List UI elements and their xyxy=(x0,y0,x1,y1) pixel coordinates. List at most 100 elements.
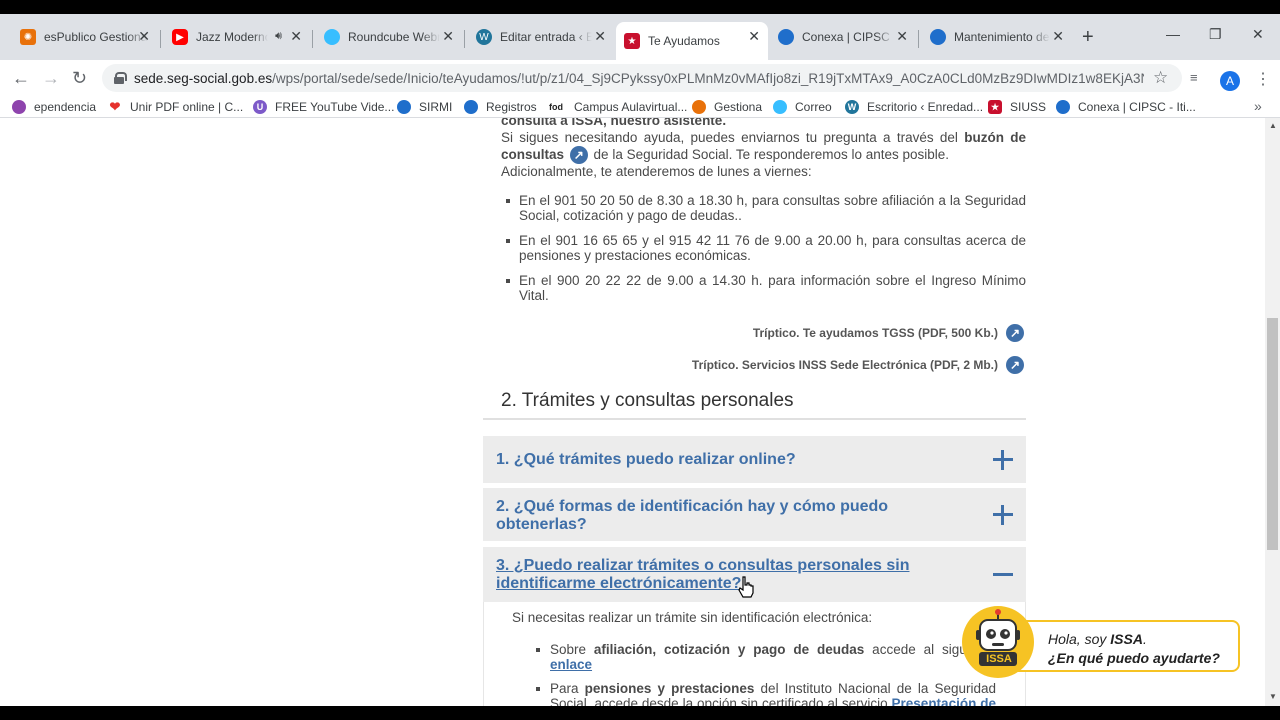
link-label: Tríptico. Te ayudamos TGSS (PDF, 500 Kb.… xyxy=(752,326,998,340)
siuss-icon: ★ xyxy=(988,100,1002,114)
chatbot-text: Hola, soy ISSA. ¿En qué puedo ayudarte? xyxy=(1048,630,1220,668)
close-tab-icon[interactable]: ✕ xyxy=(594,29,606,43)
new-tab-button[interactable]: + xyxy=(1082,26,1094,49)
robot-icon xyxy=(976,609,1020,666)
section-title: 2. Trámites y consultas personales xyxy=(501,390,794,411)
answer-bold: afiliación, cotización y pago de deudas xyxy=(593,642,865,657)
bookmark-sirmi[interactable]: SIRMI xyxy=(397,100,452,114)
tgss-brochure-link[interactable]: Tríptico. Te ayudamos TGSS (PDF, 500 Kb.… xyxy=(753,324,1026,342)
seg-social-icon: ★ xyxy=(624,33,640,49)
chatbot-name: ISSA xyxy=(1110,631,1143,647)
issa-chatbot[interactable]: Hola, soy ISSA. ¿En qué puedo ayudarte? xyxy=(962,606,1242,686)
tab-conexa[interactable]: Conexa | CIPSC - Iti ✕ xyxy=(770,22,916,52)
phone-list: En el 901 50 20 50 de 8.30 a 18.30 h, pa… xyxy=(501,193,1026,313)
bookmark-free-youtube[interactable]: U FREE YouTube Vide... xyxy=(253,100,394,114)
answer-intro: Si necesitas realizar un trámite sin ide… xyxy=(512,610,873,625)
gestiona-icon: ✺ xyxy=(20,29,36,45)
scroll-up-arrow-icon[interactable]: ▲ xyxy=(1269,121,1277,130)
faq-question[interactable]: 2. ¿Qué formas de identificación hay y c… xyxy=(496,498,956,534)
back-arrow-icon[interactable]: ← xyxy=(12,68,30,88)
tab-title: Te Ayudamos xyxy=(648,34,720,48)
bookmark-correo[interactable]: Correo xyxy=(773,100,832,114)
tab-editar-entrada[interactable]: W Editar entrada ‹ Enr ✕ xyxy=(468,22,614,52)
faq-question[interactable]: 3. ¿Puedo realizar trámites o consultas … xyxy=(496,557,956,593)
url-text[interactable]: sede.seg-social.gob.es/wps/portal/sede/s… xyxy=(134,71,1144,86)
enlace-link[interactable]: enlace xyxy=(550,657,592,672)
external-link-icon[interactable] xyxy=(569,146,588,165)
scroll-down-arrow-icon[interactable]: ▼ xyxy=(1269,692,1277,701)
bookmarks-bar: ependencia ❤ Unir PDF online | C... U FR… xyxy=(0,98,1280,118)
tab-separator xyxy=(160,30,161,48)
restore-button[interactable]: ❐ xyxy=(1209,26,1222,43)
link-label: Tríptico. Servicios INSS Sede Electrónic… xyxy=(691,358,998,372)
dependencia-icon xyxy=(12,100,26,114)
youtube-downloader-icon: U xyxy=(253,100,267,114)
tab-title: Jazz Moderno xyxy=(196,30,268,44)
bookmark-campus[interactable]: fod Campus Aulavirtual... xyxy=(546,100,687,114)
help-text: Si sigues necesitando ayuda, puedes envi… xyxy=(501,130,965,145)
bookmark-siuss[interactable]: ★ SIUSS xyxy=(988,100,1046,114)
address-bar[interactable]: sede.seg-social.gob.es/wps/portal/sede/s… xyxy=(102,64,1182,92)
external-link-icon xyxy=(1006,356,1024,374)
vertical-scrollbar[interactable]: ▲ ▼ xyxy=(1265,118,1280,706)
roundcube-icon xyxy=(324,29,340,45)
close-tab-icon[interactable]: ✕ xyxy=(442,29,454,43)
profile-avatar[interactable]: A xyxy=(1220,71,1240,91)
tab-roundcube[interactable]: Roundcube Webmail ✕ xyxy=(316,22,462,52)
section-divider xyxy=(483,418,1026,420)
speaker-icon[interactable]: 🔊︎ xyxy=(275,30,282,43)
gestiona-icon xyxy=(692,100,706,114)
list-item: Para pensiones y prestaciones del Instit… xyxy=(531,681,996,706)
more-bookmarks-icon[interactable]: » xyxy=(1254,98,1262,114)
collapse-minus-icon[interactable] xyxy=(993,573,1013,576)
bookmark-registros[interactable]: Registros xyxy=(464,100,537,114)
bookmark-unir-pdf[interactable]: ❤ Unir PDF online | C... xyxy=(108,99,244,114)
browser-toolbar: ← → ↻ sede.seg-social.gob.es/wps/portal/… xyxy=(0,60,1280,98)
bookmark-gestiona[interactable]: Gestiona xyxy=(692,100,762,114)
close-tab-icon[interactable]: ✕ xyxy=(1052,29,1064,43)
tab-title: Conexa | CIPSC - Iti xyxy=(802,30,894,44)
url-host: sede.seg-social.gob.es xyxy=(134,70,273,86)
close-tab-icon[interactable]: ✕ xyxy=(290,29,302,43)
faq-item-1[interactable]: 1. ¿Qué trámites puedo realizar online? xyxy=(483,436,1026,483)
tab-title: Roundcube Webmail xyxy=(348,30,440,44)
reading-list-icon[interactable]: ≡ xyxy=(1190,70,1198,85)
help-paragraph: Si sigues necesitando ayuda, puedes envi… xyxy=(501,129,1026,165)
bookmark-conexa[interactable]: Conexa | CIPSC - Iti... xyxy=(1056,100,1196,114)
tab-te-ayudamos[interactable]: ★ Te Ayudamos ✕ xyxy=(616,22,768,60)
menu-kebab-icon[interactable]: ⋮ xyxy=(1255,69,1271,89)
external-link-icon xyxy=(1006,324,1024,342)
tab-jazz[interactable]: ▶ Jazz Moderno 🔊︎ ✕ xyxy=(164,22,310,52)
edge-icon xyxy=(778,29,794,45)
reload-icon[interactable]: ↻ xyxy=(72,68,87,88)
edge-icon xyxy=(464,100,478,114)
tab-separator xyxy=(464,30,465,48)
bookmark-dependencia[interactable]: ependencia xyxy=(12,100,96,114)
tab-gestiona[interactable]: ✺ esPublico Gestiona ✕ xyxy=(12,22,158,52)
expand-plus-icon[interactable] xyxy=(993,450,1013,470)
faq-item-2[interactable]: 2. ¿Qué formas de identificación hay y c… xyxy=(483,488,1026,541)
youtube-icon: ▶ xyxy=(172,29,188,45)
bookmark-label: Gestiona xyxy=(714,100,763,114)
answer-text: Sobre xyxy=(550,642,594,657)
scrollbar-thumb[interactable] xyxy=(1267,318,1278,550)
chatbot-bubble[interactable]: Hola, soy ISSA. ¿En qué puedo ayudarte? xyxy=(1010,620,1240,672)
tab-mantenimiento[interactable]: Mantenimiento de ✕ xyxy=(922,22,1072,52)
bookmark-escritorio[interactable]: W Escritorio ‹ Enredad... xyxy=(845,100,983,114)
bookmark-star-icon[interactable]: ☆ xyxy=(1153,68,1168,88)
answer-text: Para xyxy=(550,681,585,696)
close-tab-icon[interactable]: ✕ xyxy=(748,29,760,43)
help-text: de la Seguridad Social. Te responderemos… xyxy=(589,147,950,162)
forward-arrow-icon[interactable]: → xyxy=(42,68,60,88)
close-window-button[interactable]: ✕ xyxy=(1252,26,1264,43)
minimize-button[interactable]: — xyxy=(1166,26,1180,42)
list-item: En el 901 16 65 65 y el 915 42 11 76 de … xyxy=(501,233,1026,263)
close-tab-icon[interactable]: ✕ xyxy=(138,29,150,43)
faq-answer-panel: Si necesitas realizar un trámite sin ide… xyxy=(483,602,1026,706)
chatbot-greeting: Hola, soy xyxy=(1048,631,1111,647)
close-tab-icon[interactable]: ✕ xyxy=(896,29,908,43)
issa-robot-avatar[interactable]: ISSA xyxy=(962,606,1034,678)
faq-question[interactable]: 1. ¿Qué trámites puedo realizar online? xyxy=(496,451,956,469)
inss-brochure-link[interactable]: Tríptico. Servicios INSS Sede Electrónic… xyxy=(692,356,1026,374)
expand-plus-icon[interactable] xyxy=(993,505,1013,525)
